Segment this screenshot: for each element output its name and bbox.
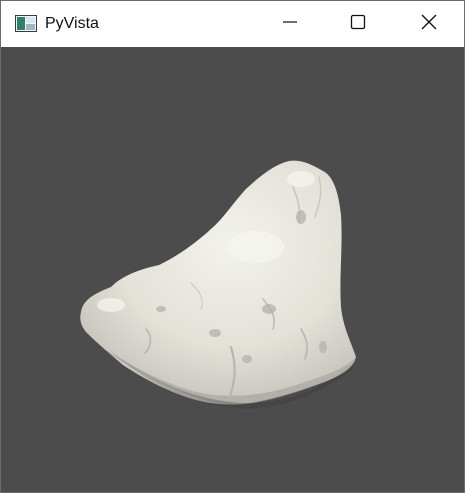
rock-body — [80, 160, 356, 405]
title-bar[interactable]: PyVista — [1, 1, 464, 47]
window-title: PyVista — [45, 15, 99, 32]
minimize-icon — [282, 14, 298, 35]
close-icon — [421, 14, 437, 35]
pyvista-window-icon — [15, 15, 37, 32]
close-button[interactable] — [406, 1, 452, 47]
maximize-icon — [350, 14, 366, 35]
pyvista-window: PyVista — [0, 0, 465, 493]
render-viewport[interactable] — [1, 47, 464, 492]
minimize-button[interactable] — [267, 1, 313, 47]
rock-mesh-render — [80, 160, 356, 409]
maximize-button[interactable] — [335, 1, 381, 47]
